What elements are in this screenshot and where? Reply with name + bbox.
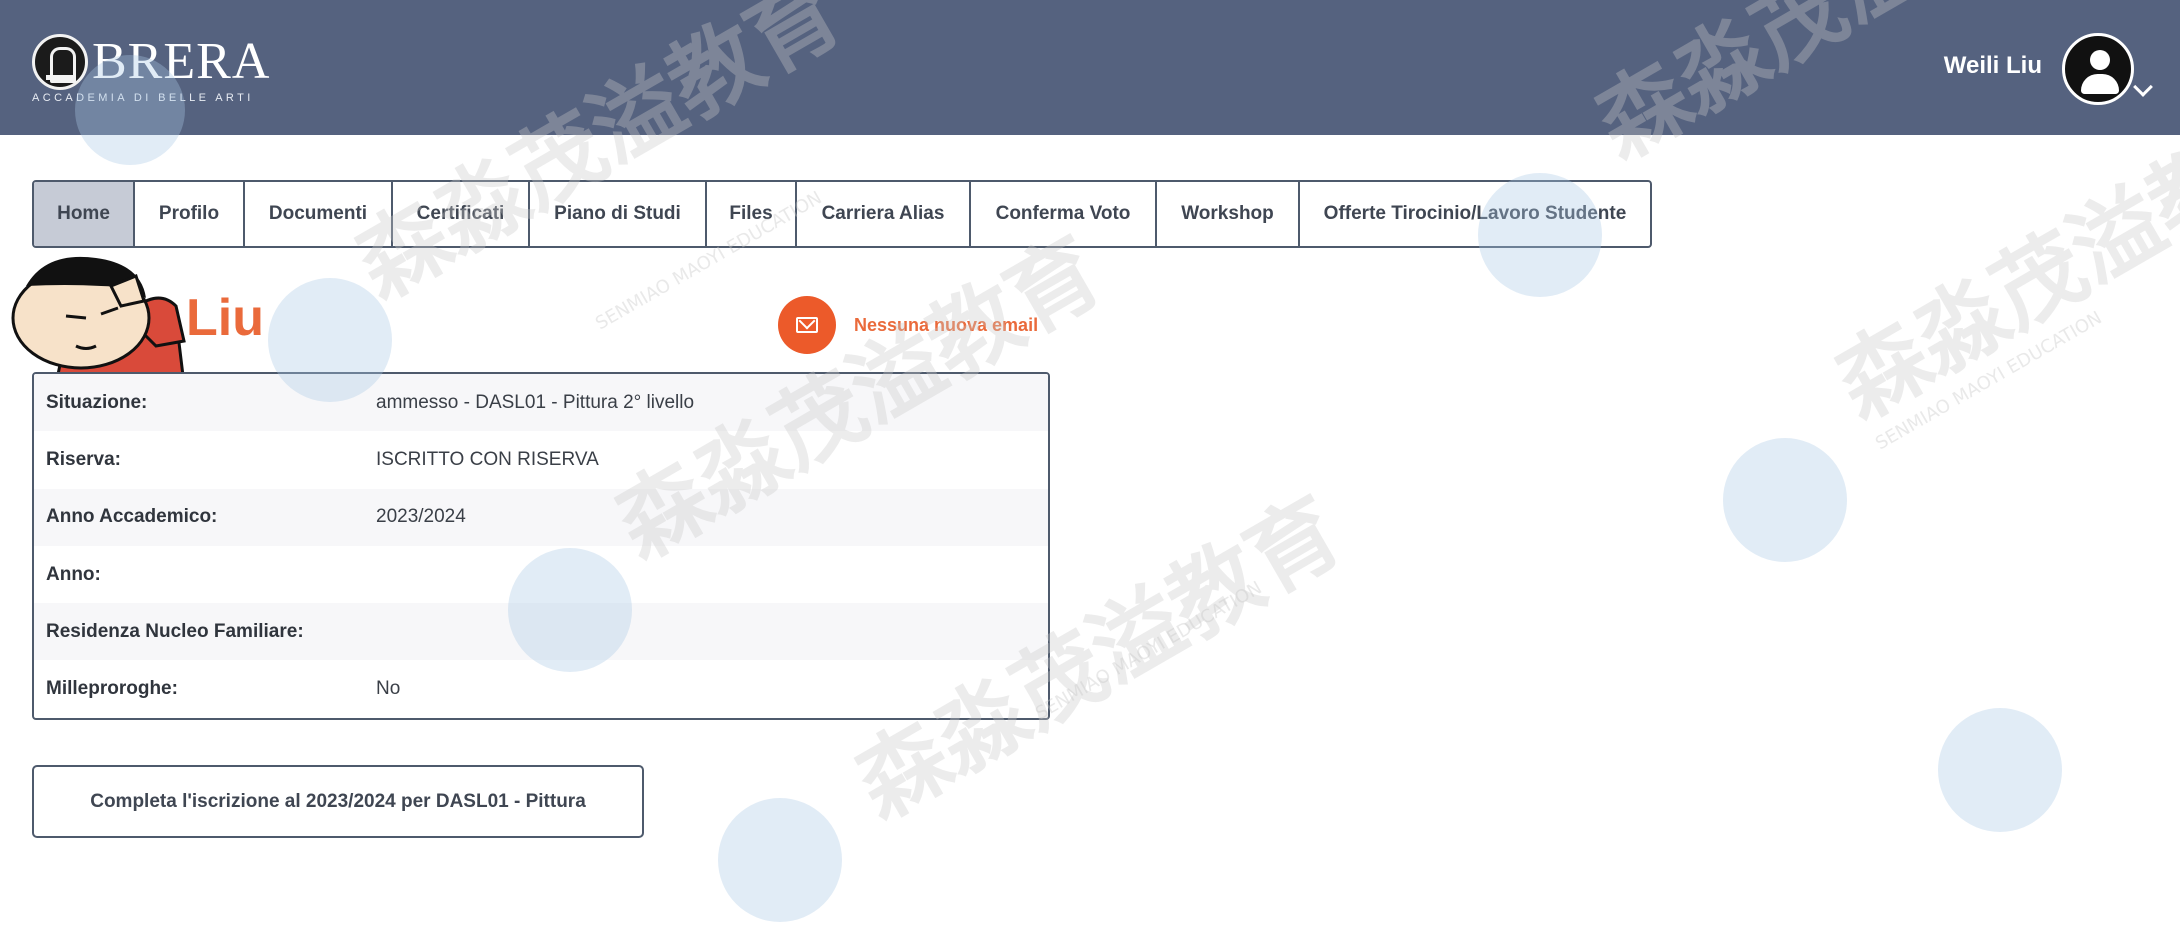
- tab-offerte-tirocinio[interactable]: Offerte Tirocinio/Lavoro Studente: [1300, 182, 1650, 246]
- user-avatar-icon[interactable]: [2062, 33, 2134, 105]
- watermark-subtext: SENMIAO MAOYI EDUCATION: [1032, 577, 1266, 724]
- info-row-riserva: Riserva: ISCRITTO CON RISERVA: [46, 448, 599, 470]
- tab-home[interactable]: Home: [34, 182, 135, 246]
- email-notification[interactable]: Nessuna nuova email: [778, 296, 1038, 354]
- academy-emblem-icon: [32, 34, 88, 90]
- logo-name: BRERA: [92, 33, 271, 90]
- cartoon-sticker-icon: [11, 256, 186, 384]
- envelope-icon: [796, 317, 818, 333]
- info-row-anno-accademico: Anno Accademico: 2023/2024: [34, 488, 1048, 546]
- info-row-anno: Anno:: [46, 563, 101, 585]
- user-name[interactable]: Weili Liu: [1944, 52, 2042, 80]
- watermark-subtext: SENMIAO MAOYI EDUCATION: [1872, 307, 2106, 454]
- logo-subtitle: ACCADEMIA DI BELLE ARTI: [32, 92, 254, 104]
- tab-piano-di-studi[interactable]: Piano di Studi: [530, 182, 707, 246]
- brera-logo[interactable]: BRERA: [32, 34, 270, 90]
- info-row-milleproroghe: Milleproroghe: No: [46, 678, 401, 700]
- tab-profilo[interactable]: Profilo: [135, 182, 245, 246]
- tab-carriera-alias[interactable]: Carriera Alias: [797, 182, 971, 246]
- student-info-table: Situazione: ammesso - DASL01 - Pittura 2…: [32, 372, 1050, 720]
- chevron-down-icon[interactable]: [2133, 77, 2153, 97]
- info-row-residenza: Residenza Nucleo Familiare:: [34, 603, 1048, 661]
- tab-certificati[interactable]: Certificati: [393, 182, 530, 246]
- tab-documenti[interactable]: Documenti: [245, 182, 393, 246]
- tab-conferma-voto[interactable]: Conferma Voto: [971, 182, 1157, 246]
- email-status-text[interactable]: Nessuna nuova email: [854, 315, 1038, 336]
- tab-files[interactable]: Files: [707, 182, 797, 246]
- tab-workshop[interactable]: Workshop: [1157, 182, 1300, 246]
- top-header: BRERA ACCADEMIA DI BELLE ARTI Weili Liu: [0, 0, 2180, 135]
- student-name: Liu: [186, 289, 264, 347]
- main-tabs: Home Profilo Documenti Certificati Piano…: [32, 180, 1652, 248]
- complete-enrollment-button[interactable]: Completa l'iscrizione al 2023/2024 per D…: [32, 765, 644, 838]
- info-row-situazione: Situazione: ammesso - DASL01 - Pittura 2…: [34, 374, 1048, 432]
